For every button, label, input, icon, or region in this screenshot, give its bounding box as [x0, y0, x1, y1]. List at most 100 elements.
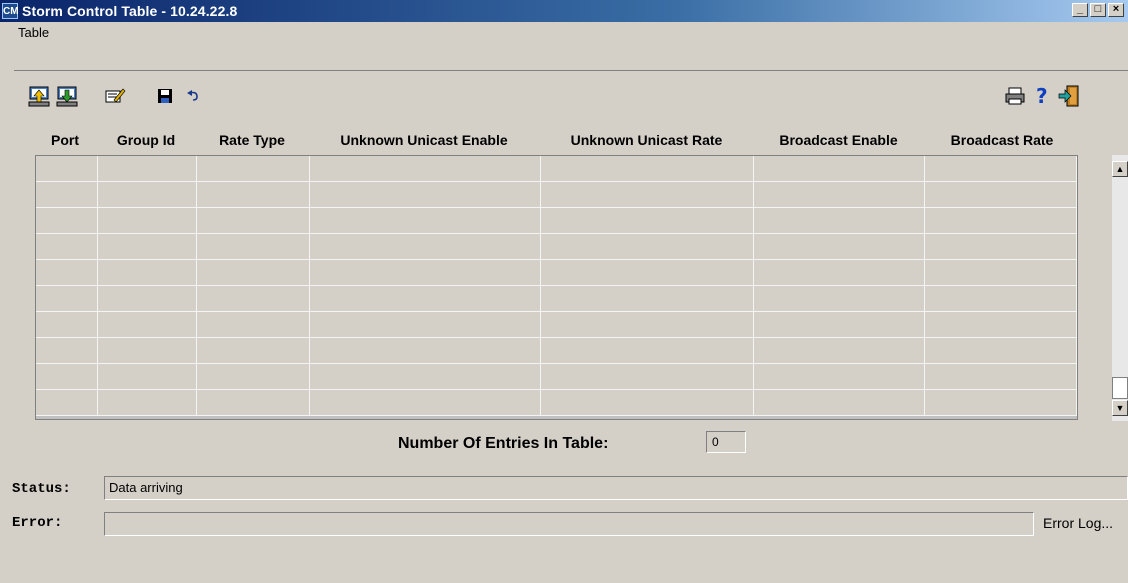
close-button[interactable]: ×: [1108, 3, 1124, 17]
table-cell[interactable]: [197, 234, 310, 260]
table-cell[interactable]: [197, 338, 310, 364]
table-cell[interactable]: [754, 234, 925, 260]
table-cell[interactable]: [924, 234, 1077, 260]
table-cell[interactable]: [754, 390, 925, 416]
table-cell[interactable]: [97, 234, 198, 260]
table-row[interactable]: [36, 260, 1077, 286]
title-bar[interactable]: CM Storm Control Table - 10.24.22.8 _ □ …: [0, 0, 1128, 22]
table-cell[interactable]: [197, 260, 310, 286]
table-cell[interactable]: [197, 208, 310, 234]
menu-table[interactable]: Table: [18, 25, 49, 40]
upload-button[interactable]: [26, 84, 52, 108]
table-cell[interactable]: [36, 208, 98, 234]
scroll-up-button[interactable]: ▲: [1112, 161, 1128, 177]
save-button[interactable]: [152, 84, 178, 108]
table-cell[interactable]: [754, 260, 925, 286]
table-cell[interactable]: [754, 208, 925, 234]
table-cell[interactable]: [754, 156, 925, 182]
table-cell[interactable]: [97, 338, 198, 364]
table-cell[interactable]: [36, 312, 98, 338]
table-cell[interactable]: [309, 208, 542, 234]
table-cell[interactable]: [754, 338, 925, 364]
table-cell[interactable]: [97, 286, 198, 312]
table-cell[interactable]: [541, 182, 755, 208]
table-cell[interactable]: [754, 182, 925, 208]
table-cell[interactable]: [309, 390, 542, 416]
table-cell[interactable]: [97, 390, 198, 416]
table-cell[interactable]: [541, 260, 755, 286]
table-row[interactable]: [36, 156, 1077, 182]
table-cell[interactable]: [309, 338, 542, 364]
table-cell[interactable]: [309, 286, 542, 312]
table-cell[interactable]: [309, 182, 542, 208]
table-row[interactable]: [36, 364, 1077, 390]
table-cell[interactable]: [97, 182, 198, 208]
minimize-button[interactable]: _: [1072, 3, 1088, 17]
table-row[interactable]: [36, 338, 1077, 364]
table-cell[interactable]: [754, 286, 925, 312]
table-cell[interactable]: [36, 364, 98, 390]
table-cell[interactable]: [97, 208, 198, 234]
column-header[interactable]: Broadcast Rate: [924, 126, 1080, 154]
scroll-thumb[interactable]: [1112, 377, 1128, 399]
table-cell[interactable]: [924, 286, 1077, 312]
table-row[interactable]: [36, 286, 1077, 312]
column-header[interactable]: Rate Type: [196, 126, 308, 154]
table-cell[interactable]: [36, 182, 98, 208]
maximize-button[interactable]: □: [1090, 3, 1106, 17]
table-cell[interactable]: [541, 338, 755, 364]
download-button[interactable]: [54, 84, 80, 108]
table-cell[interactable]: [541, 286, 755, 312]
table-cell[interactable]: [924, 156, 1077, 182]
scroll-down-button[interactable]: ▼: [1112, 400, 1128, 416]
vertical-scrollbar[interactable]: ▲ ▼: [1112, 155, 1128, 421]
data-grid[interactable]: [35, 155, 1078, 420]
table-cell[interactable]: [924, 208, 1077, 234]
table-cell[interactable]: [309, 156, 542, 182]
table-cell[interactable]: [197, 286, 310, 312]
table-cell[interactable]: [197, 182, 310, 208]
exit-button[interactable]: [1056, 84, 1082, 108]
column-header[interactable]: Port: [34, 126, 96, 154]
table-cell[interactable]: [197, 312, 310, 338]
table-cell[interactable]: [36, 260, 98, 286]
table-row[interactable]: [36, 234, 1077, 260]
table-cell[interactable]: [36, 390, 98, 416]
table-cell[interactable]: [541, 156, 755, 182]
table-cell[interactable]: [36, 338, 98, 364]
table-cell[interactable]: [309, 260, 542, 286]
table-cell[interactable]: [924, 260, 1077, 286]
table-cell[interactable]: [309, 364, 542, 390]
table-cell[interactable]: [36, 234, 98, 260]
table-row[interactable]: [36, 390, 1077, 416]
column-header[interactable]: Unknown Unicast Enable: [308, 126, 540, 154]
table-cell[interactable]: [541, 364, 755, 390]
help-button[interactable]: ?: [1028, 84, 1054, 108]
table-cell[interactable]: [36, 156, 98, 182]
table-cell[interactable]: [197, 156, 310, 182]
table-cell[interactable]: [36, 286, 98, 312]
table-cell[interactable]: [924, 312, 1077, 338]
table-cell[interactable]: [541, 234, 755, 260]
table-cell[interactable]: [97, 364, 198, 390]
print-button[interactable]: [1002, 84, 1028, 108]
table-cell[interactable]: [541, 312, 755, 338]
table-cell[interactable]: [97, 156, 198, 182]
table-cell[interactable]: [309, 312, 542, 338]
table-cell[interactable]: [309, 234, 542, 260]
table-row[interactable]: [36, 312, 1077, 338]
table-cell[interactable]: [97, 260, 198, 286]
column-header[interactable]: Unknown Unicast Rate: [540, 126, 753, 154]
table-cell[interactable]: [541, 390, 755, 416]
table-cell[interactable]: [754, 364, 925, 390]
column-header[interactable]: Group Id: [96, 126, 196, 154]
column-header[interactable]: Broadcast Enable: [753, 126, 924, 154]
table-cell[interactable]: [924, 390, 1077, 416]
table-cell[interactable]: [197, 364, 310, 390]
table-row[interactable]: [36, 182, 1077, 208]
table-cell[interactable]: [97, 312, 198, 338]
table-cell[interactable]: [924, 182, 1077, 208]
error-log-link[interactable]: Error Log...: [1043, 515, 1113, 531]
table-cell[interactable]: [197, 390, 310, 416]
table-row[interactable]: [36, 208, 1077, 234]
